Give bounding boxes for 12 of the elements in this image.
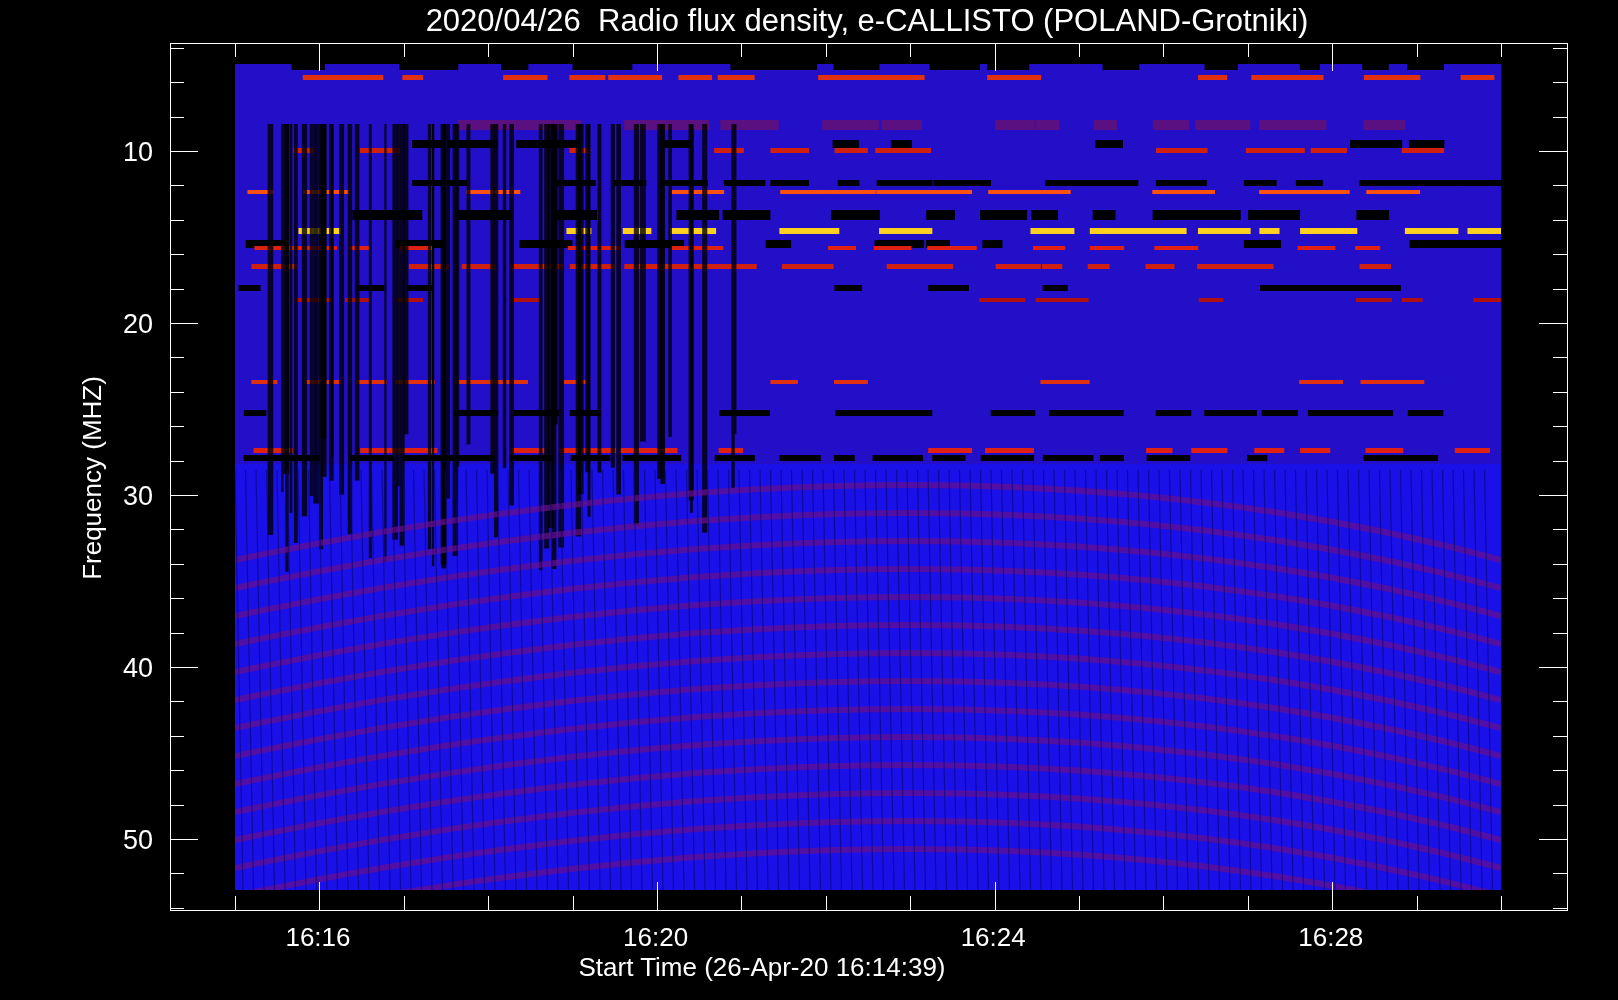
y-tick-label: 50 [122, 825, 153, 855]
y-tick-label: 30 [122, 481, 153, 511]
y-tick-label: 20 [122, 309, 153, 339]
y-axis-label: Frequency (MHZ) [77, 376, 107, 580]
x-tick-label: 16:24 [960, 922, 1026, 952]
y-tick-label: 10 [122, 137, 153, 167]
x-tick-label: 16:20 [623, 922, 689, 952]
x-tick-label: 16:16 [285, 922, 351, 952]
y-tick-label: 40 [122, 653, 153, 683]
x-axis-label: Start Time (26-Apr-20 16:14:39) [578, 952, 946, 982]
x-tick-label: 16:28 [1298, 922, 1364, 952]
chart-title: 2020/04/26 Radio flux density, e-CALLISTO (POLAND-Grotniki) [425, 3, 1309, 38]
